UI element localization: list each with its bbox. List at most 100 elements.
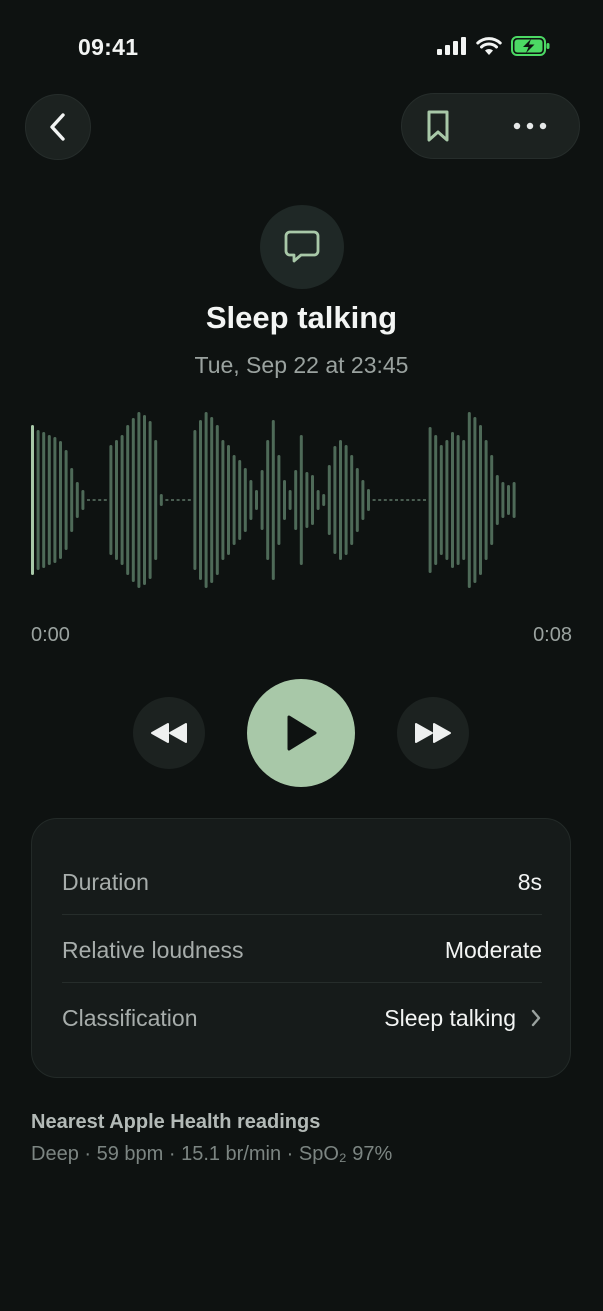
waveform-bar — [507, 485, 510, 515]
waveform-bar — [445, 440, 449, 560]
waveform-bar — [277, 455, 281, 545]
waveform-bar — [260, 470, 264, 530]
waveform-gap-dot — [187, 499, 191, 501]
waveform-bar — [210, 417, 214, 583]
waveform-gap-dot — [171, 499, 174, 501]
classification-row[interactable]: Classification Sleep talking — [62, 984, 542, 1052]
waveform-bar — [456, 435, 460, 565]
waveform-bar — [316, 490, 320, 510]
status-icons — [437, 36, 551, 56]
waveform-bar — [204, 412, 208, 588]
waveform-bar — [344, 445, 348, 555]
wifi-icon — [476, 36, 502, 55]
waveform-bar — [495, 475, 499, 525]
waveform-bar — [355, 468, 359, 532]
waveform-gap-dot — [395, 499, 398, 501]
rewind-button[interactable] — [133, 697, 205, 769]
waveform-bar — [64, 450, 68, 550]
waveform-bar — [59, 441, 62, 559]
waveform-bar — [232, 455, 236, 545]
waveform-playhead-bar — [31, 425, 34, 575]
waveform-bar — [36, 430, 40, 570]
waveform-bar — [439, 445, 443, 555]
waveform-bar — [70, 468, 74, 532]
chevron-right-icon — [531, 1009, 541, 1027]
details-card: Duration 8s Relative loudness Moderate C… — [31, 818, 571, 1078]
waveform-gap-dot — [417, 499, 421, 501]
waveform-bar — [238, 460, 242, 540]
audio-waveform[interactable] — [0, 400, 603, 600]
waveform-bar — [75, 482, 79, 518]
waveform-bar — [47, 435, 51, 565]
waveform-bar — [501, 482, 505, 518]
waveform-bar — [143, 415, 146, 585]
bookmark-icon — [427, 110, 449, 142]
waveform-gap-dot — [423, 499, 426, 501]
waveform-bar — [115, 440, 118, 560]
cellular-signal-icon — [437, 37, 466, 55]
health-readings: Deep · 59 bpm · 15.1 br/min · SpO₂ 97% — [31, 1143, 393, 1165]
waveform-gap-dot — [182, 499, 186, 501]
waveform-bar — [299, 435, 303, 565]
rewind-icon — [151, 723, 187, 743]
waveform-bar — [512, 482, 516, 518]
waveform-bar — [221, 440, 225, 560]
waveform-gap-dot — [406, 499, 410, 501]
waveform-bar — [137, 412, 141, 588]
duration-label: Duration — [62, 868, 149, 895]
bookmark-button[interactable] — [416, 104, 460, 148]
waveform-bar — [42, 432, 46, 568]
waveform-bar — [434, 435, 438, 565]
waveform-bar — [131, 418, 135, 582]
waveform-bar — [311, 475, 314, 525]
waveform-bar — [484, 440, 488, 560]
waveform-bar — [249, 480, 253, 520]
waveform-bar — [81, 490, 85, 510]
divider — [62, 982, 542, 983]
health-section-title: Nearest Apple Health readings — [31, 1111, 321, 1133]
chevron-left-icon — [50, 113, 65, 141]
event-type-icon-badge — [260, 205, 344, 289]
time-elapsed: 0:00 — [31, 624, 70, 646]
back-button[interactable] — [25, 94, 91, 160]
waveform-bar — [159, 494, 163, 506]
waveform-gap-dot — [372, 499, 376, 501]
waveform-bar — [120, 435, 124, 565]
waveform-gap-dot — [383, 499, 387, 501]
divider — [62, 914, 542, 915]
waveform-bar — [283, 480, 286, 520]
fast-forward-icon — [415, 723, 451, 743]
more-button[interactable] — [507, 104, 553, 148]
waveform-bar — [322, 494, 326, 506]
waveform-bar — [350, 455, 354, 545]
waveform-bar — [243, 468, 247, 532]
event-title: Sleep talking — [205, 300, 398, 335]
waveform-bar — [479, 425, 482, 575]
waveform-gap-dot — [92, 499, 96, 501]
waveform-gap-dot — [87, 499, 90, 501]
waveform-bar — [148, 421, 152, 579]
waveform-bar — [227, 445, 230, 555]
waveform-bar — [271, 420, 275, 580]
fast-forward-button[interactable] — [397, 697, 469, 769]
waveform-bar — [154, 440, 158, 560]
event-date: Tue, Sep 22 at 23:45 — [194, 352, 409, 378]
waveform-bar — [305, 472, 309, 528]
waveform-bar — [288, 490, 292, 510]
waveform-bar — [333, 446, 337, 554]
waveform-bar — [327, 465, 331, 535]
waveform-bar — [467, 412, 471, 588]
waveform-bar — [451, 432, 454, 568]
waveform-gap-dot — [411, 499, 415, 501]
play-button[interactable] — [247, 679, 355, 787]
loudness-value: Moderate — [444, 936, 542, 963]
waveform-bar — [109, 445, 113, 555]
waveform-gap-dot — [103, 499, 107, 501]
waveform-bar — [473, 417, 477, 583]
waveform-bar — [361, 480, 365, 520]
waveform-bar — [462, 440, 466, 560]
play-icon — [287, 715, 317, 751]
waveform-gap-dot — [176, 499, 180, 501]
time-total: 0:08 — [533, 624, 572, 646]
waveform-gap-dot — [98, 499, 102, 501]
